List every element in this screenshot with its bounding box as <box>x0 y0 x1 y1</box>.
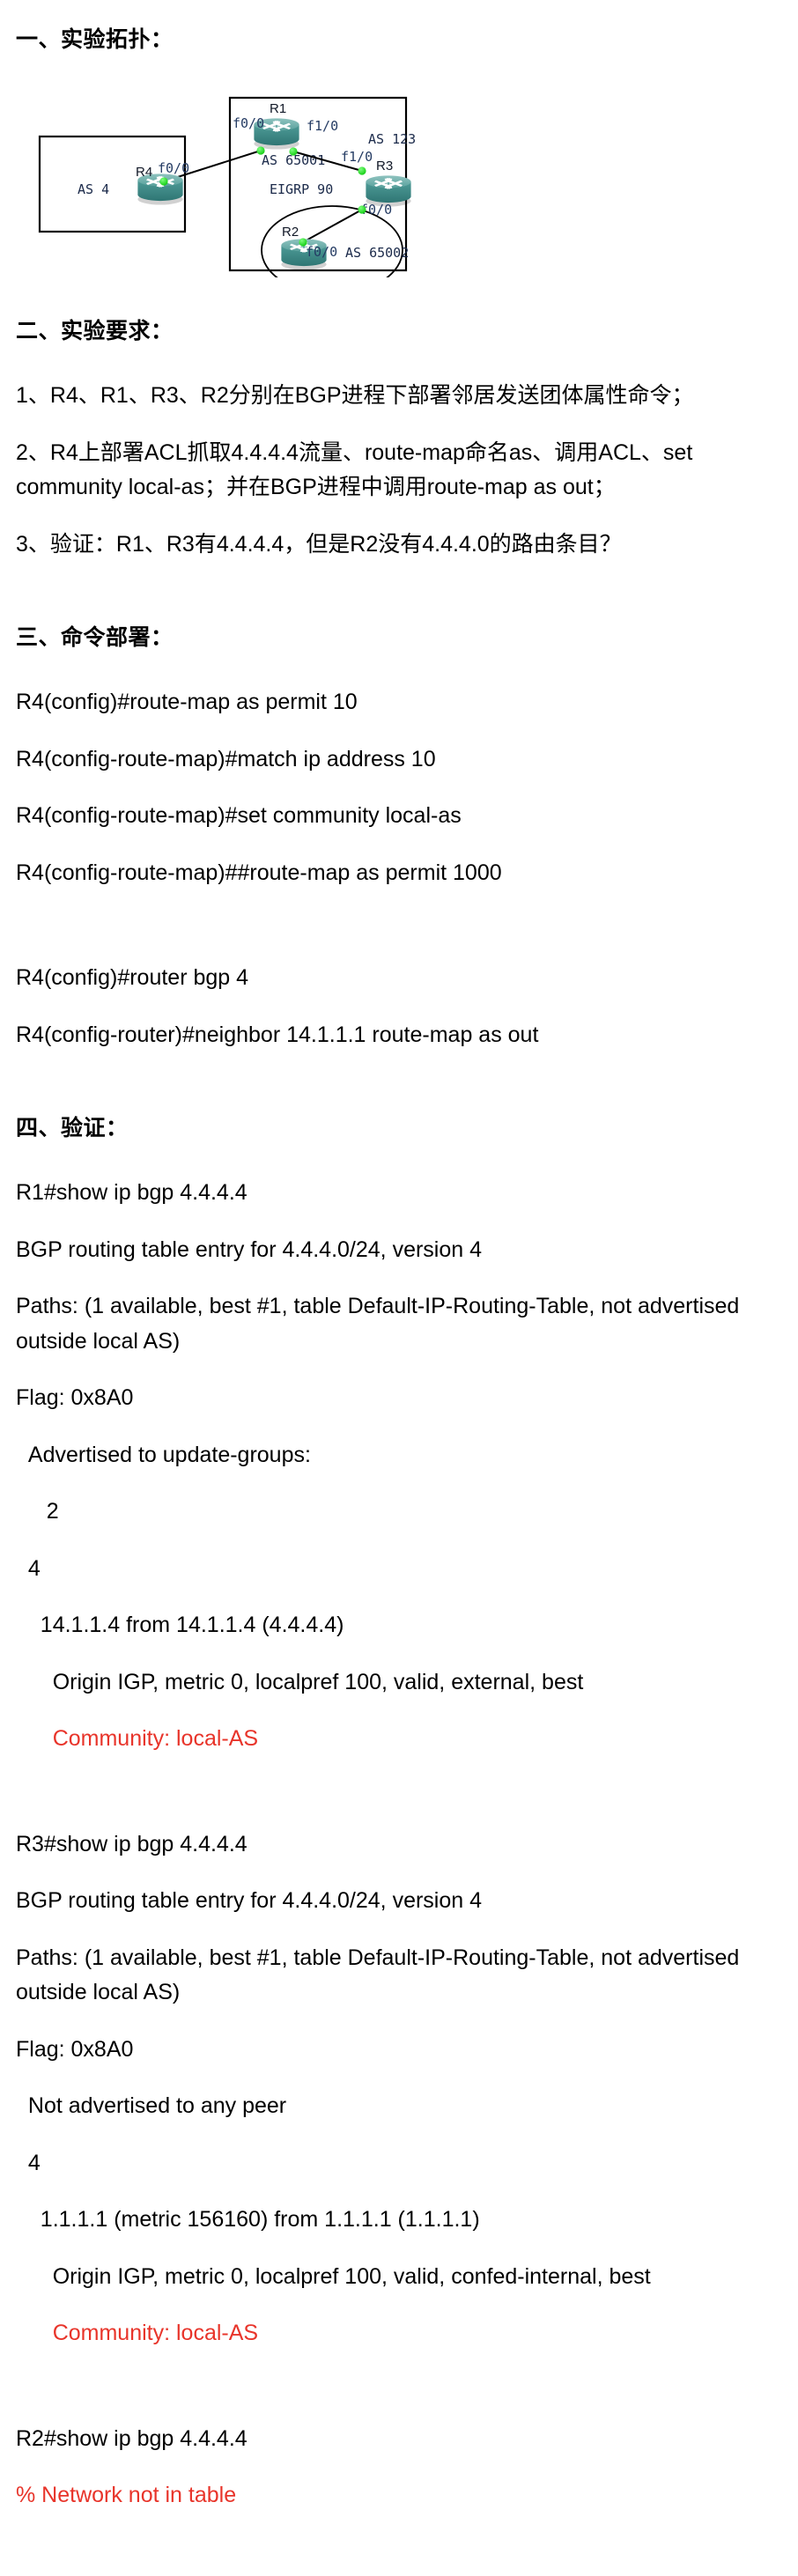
router-label-r1: R1 <box>270 101 286 116</box>
output-line: Flag: 0x8A0 <box>16 1385 134 1410</box>
section-heading-requirements: 二、实验要求： <box>16 319 174 343</box>
verification-output-r1: R1#show ip bgp 4.4.4.4 BGP routing table… <box>0 1176 798 1757</box>
section-heading-commands: 三、命令部署： <box>16 625 174 650</box>
port-label-r3-f1-0: f1/0 <box>341 149 373 165</box>
link-r3-r2 <box>302 209 363 243</box>
port-label-r2-f0-0: f0/0 <box>306 244 337 260</box>
spacer-after-topology <box>0 277 798 318</box>
as123-label: AS 123 <box>368 131 416 147</box>
verification-output-r3: R3#show ip bgp 4.4.4.4 BGP routing table… <box>0 1827 798 2351</box>
command-line: R4(config)#route-map as permit 10 <box>16 690 358 714</box>
bottom-spacer <box>0 2535 798 2576</box>
requirement-item: 3、验证：R1、R3有4.4.4.4，但是R2没有4.4.4.0的路由条目？ <box>16 531 622 557</box>
output-line: R2#show ip bgp 4.4.4.4 <box>16 2425 248 2451</box>
port-label-r1-f1-0: f1/0 <box>307 118 338 134</box>
command-line: R4(config-router)#neighbor 14.1.1.1 rout… <box>16 1022 539 1047</box>
output-line: 4 <box>16 1555 41 1581</box>
as4-label: AS 4 <box>78 181 109 197</box>
command-block-gap <box>0 912 798 939</box>
output-line: Origin IGP, metric 0, localpref 100, val… <box>16 2263 651 2289</box>
section-heading-verification: 四、验证： <box>16 1116 129 1140</box>
output-line-community: Community: local-AS <box>16 1726 259 1751</box>
output-line: BGP routing table entry for 4.4.4.0/24, … <box>16 1888 483 1913</box>
output-line: 2 <box>16 1499 59 1524</box>
link-dot-r3-f1-0 <box>358 166 366 175</box>
command-line: R4(config)#router bgp 4 <box>16 965 249 990</box>
port-label-r1-f0-0: f0/0 <box>233 115 264 131</box>
command-line: R4(config-route-map)#match ip address 10 <box>16 746 436 771</box>
output-line: 14.1.1.4 from 14.1.1.4 (4.4.4.4) <box>16 1613 344 1637</box>
topology-diagram: AS 4 AS 123 AS 65001 EIGRP 90 AS 65002 R… <box>0 53 798 277</box>
output-line: Not advertised to any peer <box>16 2093 287 2118</box>
document-page: 一、实验拓扑： AS 4 AS 123 AS 65001 EIGRP 90 AS… <box>0 0 798 2576</box>
requirement-item: 2、R4上部署ACL抓取4.4.4.4流量、route-map命名as、调用AC… <box>16 439 699 500</box>
link-dot-r3-f0-0 <box>358 205 366 214</box>
link-dot-r2-f0-0 <box>299 238 307 247</box>
output-line: Flag: 0x8A0 <box>16 2036 134 2062</box>
eigrp-label: EIGRP 90 <box>270 181 333 197</box>
link-dot-r1-f1-0 <box>289 147 298 156</box>
spacer-between-outputs <box>0 1779 798 1805</box>
output-line: Origin IGP, metric 0, localpref 100, val… <box>16 1669 584 1694</box>
requirement-item: 1、R4、R1、R3、R2分别在BGP进程下部署邻居发送团体属性命令； <box>16 383 694 408</box>
spacer-after-commands <box>0 1074 798 1115</box>
output-line: Advertised to update-groups: <box>16 1442 311 1467</box>
command-line: R4(config-route-map)##route-map as permi… <box>16 860 502 885</box>
command-line: R4(config-route-map)#set community local… <box>16 803 462 828</box>
top-spacer <box>0 0 798 26</box>
spacer-between-outputs <box>0 2373 798 2400</box>
as65002-label: AS 65002 <box>345 245 409 261</box>
output-line: R3#show ip bgp 4.4.4.4 <box>16 1831 248 1856</box>
output-line: Paths: (1 available, best #1, table Defa… <box>16 1294 746 1354</box>
link-dot-r1-f0-0 <box>256 146 265 155</box>
output-line: Paths: (1 available, best #1, table Defa… <box>16 1945 746 2005</box>
output-line-error: % Network not in table <box>16 2483 237 2507</box>
output-line: R1#show ip bgp 4.4.4.4 <box>16 1180 248 1205</box>
router-label-r2: R2 <box>282 225 299 240</box>
router-label-r3: R3 <box>376 159 393 173</box>
spacer-after-requirements <box>0 584 798 624</box>
output-line-community: Community: local-AS <box>16 2321 259 2345</box>
output-line: 4 <box>16 2150 41 2175</box>
link-dot-r4-f0-0 <box>159 177 168 186</box>
port-label-r4-f0-0: f0/0 <box>158 160 189 176</box>
section-heading-topology: 一、实验拓扑： <box>16 27 174 52</box>
router-label-r4: R4 <box>136 165 152 180</box>
output-line: BGP routing table entry for 4.4.4.0/24, … <box>16 1236 483 1262</box>
verification-output-r2: R2#show ip bgp 4.4.4.4 % Network not in … <box>0 2422 798 2513</box>
output-line: 1.1.1.1 (metric 156160) from 1.1.1.1 (1.… <box>16 2207 480 2232</box>
